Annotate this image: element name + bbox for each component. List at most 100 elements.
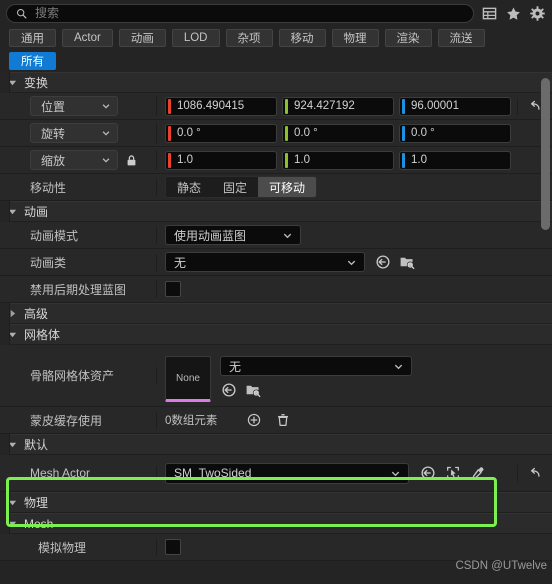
axis-x-indicator — [168, 98, 171, 114]
vertical-scrollbar[interactable] — [541, 78, 550, 578]
star-icon[interactable] — [506, 6, 521, 21]
position-dropdown[interactable]: 位置 — [30, 96, 118, 116]
row-anim-class: 动画类 无 — [0, 249, 552, 276]
mobility-option-stationary[interactable]: 固定 — [212, 177, 259, 197]
row-mesh-actor: Mesh Actor SM_TwoSided — [0, 455, 552, 492]
gear-icon[interactable] — [530, 5, 545, 21]
tab-all[interactable]: 所有 — [9, 52, 56, 70]
rotation-label: 旋转 — [41, 126, 66, 141]
anim-class-dropdown[interactable]: 无 — [165, 252, 365, 272]
mobility-option-movable[interactable]: 可移动 — [258, 177, 317, 197]
position-label-cell: 位置 — [0, 96, 157, 116]
section-title: 动画 — [24, 205, 49, 219]
mesh-actor-value-cell: SM_TwoSided — [157, 462, 517, 484]
section-header-mesh2[interactable]: Mesh — [0, 513, 552, 534]
tab-lod[interactable]: LOD — [171, 29, 220, 47]
tab-streaming[interactable]: 流送 — [437, 29, 485, 47]
section-title: 默认 — [24, 438, 49, 452]
skin-cache-label: 蒙皮缓存使用 — [30, 413, 103, 428]
rotation-x-field[interactable]: 0.0 ° — [165, 123, 277, 143]
scale-y-field[interactable]: 1.0 — [282, 150, 394, 170]
chevron-down-icon — [8, 76, 17, 90]
section-header-mesh[interactable]: 网格体 — [0, 324, 552, 345]
chevron-down-icon — [8, 517, 17, 531]
section-title: 变换 — [24, 76, 49, 90]
section-title: 物理 — [24, 496, 49, 510]
asset-thumbnail[interactable]: None — [165, 356, 211, 402]
simulate-physics-value-cell — [157, 539, 517, 555]
disable-postprocess-value-cell — [157, 281, 517, 297]
section-header-default[interactable]: 默认 — [0, 434, 552, 455]
tab-misc[interactable]: 杂项 — [225, 29, 273, 47]
row-mobility: 移动性 静态 固定 可移动 — [0, 174, 552, 201]
skeletal-asset-dropdown[interactable]: 无 — [220, 356, 412, 376]
browse-asset-icon[interactable] — [244, 381, 261, 398]
property-list: 变换 位置 1086.490415 924.427192 96.00001 旋转… — [0, 72, 552, 561]
rotation-dropdown[interactable]: 旋转 — [30, 123, 118, 143]
mobility-option-static[interactable]: 静态 — [166, 177, 213, 197]
row-skin-cache: 蒙皮缓存使用 0数组元素 — [0, 407, 552, 434]
scale-x-field[interactable]: 1.0 — [165, 150, 277, 170]
mesh-actor-value: SM_TwoSided — [174, 466, 252, 480]
skeletal-asset-value-cell: None 无 — [157, 349, 517, 402]
tab-rendering[interactable]: 渲染 — [384, 29, 432, 47]
browse-asset-icon[interactable] — [398, 254, 415, 271]
position-y-field[interactable]: 924.427192 — [282, 96, 394, 116]
search-box[interactable] — [6, 3, 474, 23]
rotation-y-field[interactable]: 0.0 ° — [282, 123, 394, 143]
tab-actor[interactable]: Actor — [62, 29, 113, 47]
reset-to-default-icon[interactable] — [419, 465, 436, 482]
reset-to-default-icon[interactable] — [220, 381, 237, 398]
chevron-down-icon — [8, 328, 17, 342]
simulate-physics-checkbox[interactable] — [165, 539, 181, 555]
anim-class-label: 动画类 — [30, 255, 67, 270]
section-title: Mesh — [24, 516, 54, 531]
scale-values-cell: 1.0 1.0 1.0 — [157, 150, 517, 170]
anim-class-icon-group — [374, 254, 415, 271]
rotation-z-value: 0.0 ° — [411, 127, 435, 139]
pick-actor-icon[interactable] — [444, 465, 461, 482]
position-x-field[interactable]: 1086.490415 — [165, 96, 277, 116]
watermark-text: CSDN @UTwelve — [455, 560, 547, 572]
anim-class-value-cell: 无 — [157, 252, 517, 272]
anim-mode-label: 动画模式 — [30, 228, 79, 243]
scale-z-field[interactable]: 1.0 — [399, 150, 511, 170]
position-z-value: 96.00001 — [411, 100, 459, 112]
simulate-physics-label-cell: 模拟物理 — [0, 538, 157, 556]
reset-to-default-icon[interactable] — [374, 254, 391, 271]
eyedropper-icon[interactable] — [469, 465, 486, 482]
mesh-actor-icon-group — [419, 465, 486, 482]
disable-postprocess-label-cell: 禁用后期处理蓝图 — [0, 280, 157, 298]
anim-mode-dropdown[interactable]: 使用动画蓝图 — [165, 225, 301, 245]
section-header-advanced[interactable]: 高级 — [0, 303, 552, 324]
anim-class-label-cell: 动画类 — [0, 253, 157, 271]
position-z-field[interactable]: 96.00001 — [399, 96, 511, 116]
skin-cache-label-cell: 蒙皮缓存使用 — [0, 411, 157, 429]
section-header-transform[interactable]: 变换 — [0, 72, 552, 93]
header-icon-group — [482, 5, 546, 21]
tab-animation[interactable]: 动画 — [118, 29, 166, 47]
disable-postprocess-checkbox[interactable] — [165, 281, 181, 297]
mesh-actor-dropdown[interactable]: SM_TwoSided — [165, 462, 409, 484]
skeletal-asset-icon-group — [220, 381, 412, 398]
scrollbar-thumb[interactable] — [541, 78, 550, 230]
add-element-icon[interactable] — [245, 412, 262, 429]
skin-cache-value-cell: 0数组元素 — [157, 412, 517, 429]
tab-physics[interactable]: 物理 — [331, 29, 379, 47]
details-panel: 通用 Actor 动画 LOD 杂项 移动 物理 渲染 流送 所有 变换 位置 — [0, 0, 552, 584]
rotation-z-field[interactable]: 0.0 ° — [399, 123, 511, 143]
axis-y-indicator — [285, 98, 288, 114]
skeletal-asset-controls: 无 — [220, 356, 412, 398]
grid-view-icon[interactable] — [482, 6, 497, 21]
axis-z-indicator — [402, 152, 405, 168]
scale-dropdown[interactable]: 缩放 — [30, 150, 118, 170]
section-header-animation[interactable]: 动画 — [0, 201, 552, 222]
tab-general[interactable]: 通用 — [9, 29, 56, 47]
tab-movement[interactable]: 移动 — [278, 29, 326, 47]
anim-mode-value-cell: 使用动画蓝图 — [157, 225, 517, 245]
section-header-physics[interactable]: 物理 — [0, 492, 552, 513]
search-input[interactable] — [33, 5, 464, 21]
axis-x-indicator — [168, 152, 171, 168]
delete-element-icon[interactable] — [274, 412, 291, 429]
lock-icon[interactable] — [123, 152, 140, 169]
